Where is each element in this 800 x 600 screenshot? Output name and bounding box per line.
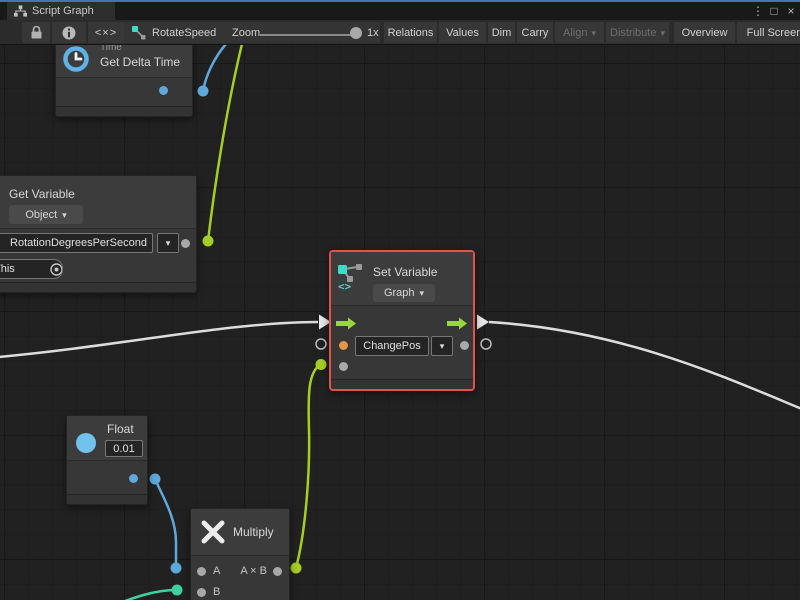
- zoom-slider-track[interactable]: [260, 34, 352, 36]
- overview-button[interactable]: Overview: [674, 22, 735, 43]
- window-menu-button[interactable]: ⋮: [751, 3, 765, 19]
- multiply-output-port[interactable]: [273, 567, 282, 576]
- multiply-input-a-port[interactable]: [197, 567, 206, 576]
- node-footer: [67, 494, 147, 504]
- align-dropdown-button[interactable]: Align: [555, 22, 604, 43]
- port-result-label: A × B: [240, 565, 267, 577]
- graph-breadcrumb-panel: RotateSpeed Zoom 1x: [124, 22, 380, 43]
- delta-time-output-port[interactable]: [159, 86, 168, 95]
- node-footer: [0, 282, 196, 292]
- dim-button[interactable]: Dim: [488, 22, 515, 43]
- variable-name-value: RotationDegreesPerSecond: [10, 237, 147, 249]
- code-view-button[interactable]: [88, 22, 124, 43]
- node-title: Get Delta Time: [100, 55, 180, 69]
- zoom-slider-thumb[interactable]: [350, 27, 362, 39]
- zoom-label: Zoom: [232, 27, 260, 39]
- tab-bar: Script Graph ⋮ □ ×: [0, 2, 800, 20]
- float-value: 0.01: [113, 443, 134, 455]
- code-icon: [95, 27, 117, 39]
- window-close-button[interactable]: ×: [784, 3, 798, 19]
- carry-button[interactable]: Carry: [517, 22, 553, 43]
- node-title: Get Variable: [9, 187, 75, 201]
- lock-icon: [31, 26, 42, 39]
- node-get-variable[interactable]: Get Variable Object RotationDegreesPerSe…: [0, 175, 197, 293]
- set-variable-output-port[interactable]: [460, 341, 469, 350]
- object-picker-icon[interactable]: [49, 262, 63, 277]
- button-label: Dim: [492, 27, 512, 39]
- button-label: Carry: [522, 27, 549, 39]
- float-icon: [75, 432, 97, 454]
- node-title: Float: [107, 422, 134, 436]
- target-value: This: [0, 263, 15, 275]
- svg-text:<>: <>: [338, 280, 352, 291]
- window-maximize-button[interactable]: □: [767, 3, 781, 19]
- node-footer: [331, 379, 473, 389]
- button-label: Full Screen: [747, 27, 800, 39]
- node-set-variable[interactable]: <> Set Variable Graph ChangePos: [329, 250, 475, 391]
- graph-icon: [14, 5, 27, 17]
- chevron-down-icon: [440, 340, 445, 352]
- zoom-value: 1x: [367, 27, 379, 39]
- info-button[interactable]: [52, 22, 86, 43]
- lock-button[interactable]: [22, 22, 50, 43]
- variable-name-dropdown-button[interactable]: [157, 233, 179, 253]
- clock-icon: [62, 45, 90, 73]
- value-input-port[interactable]: [339, 362, 348, 371]
- scope-label: Object: [25, 209, 57, 221]
- multiply-input-b-port[interactable]: [197, 588, 206, 597]
- tab-script-graph[interactable]: Script Graph: [7, 2, 115, 20]
- node-header: Get Variable Object: [0, 176, 196, 229]
- node-title: Multiply: [233, 525, 274, 539]
- script-graph-window: Time Get Delta Time Get Variable Object …: [0, 0, 800, 600]
- variable-name-input-port[interactable]: [339, 341, 348, 350]
- button-label: Overview: [682, 27, 728, 39]
- flow-input-port[interactable]: [336, 316, 357, 331]
- full-screen-button[interactable]: Full Screen: [737, 22, 800, 43]
- variable-name-dropdown-button[interactable]: [431, 336, 453, 356]
- node-header: <> Set Variable Graph: [331, 252, 473, 306]
- toolbar: RotateSpeed Zoom 1x Relations Values Dim…: [0, 20, 800, 45]
- flow-output-port[interactable]: [447, 316, 468, 331]
- relations-button[interactable]: Relations: [384, 22, 437, 43]
- multiply-icon: [200, 519, 226, 545]
- node-header: Multiply: [191, 509, 289, 556]
- scope-label: Graph: [384, 287, 415, 299]
- chevron-down-icon: [166, 237, 171, 249]
- node-header: Float 0.01: [67, 416, 147, 461]
- variable-scope-dropdown[interactable]: Object: [9, 205, 83, 224]
- breadcrumb-graph-name[interactable]: RotateSpeed: [152, 27, 216, 39]
- variable-name-value: ChangePos: [363, 340, 421, 352]
- button-label: Distribute: [610, 27, 656, 39]
- node-footer: [56, 106, 192, 116]
- graph-node-icon[interactable]: [132, 26, 146, 40]
- variable-name-field[interactable]: ChangePos: [355, 336, 429, 356]
- node-multiply[interactable]: Multiply A A × B B: [190, 508, 290, 600]
- button-label: Align: [563, 27, 587, 39]
- chevron-down-icon: [660, 27, 665, 39]
- port-a-label: A: [213, 565, 220, 577]
- float-value-input[interactable]: 0.01: [105, 440, 143, 457]
- chevron-down-icon: [591, 27, 596, 39]
- port-b-label: B: [213, 586, 220, 598]
- variable-name-field[interactable]: RotationDegreesPerSecond: [0, 233, 153, 253]
- values-button[interactable]: Values: [439, 22, 486, 43]
- graph-variable-icon: <>: [337, 263, 365, 291]
- info-icon: [62, 26, 76, 40]
- button-label: Values: [446, 27, 479, 39]
- tab-title: Script Graph: [32, 5, 94, 17]
- get-variable-output-port[interactable]: [181, 239, 190, 248]
- node-float[interactable]: Float 0.01: [66, 415, 148, 505]
- float-output-port[interactable]: [129, 474, 138, 483]
- distribute-dropdown-button[interactable]: Distribute: [606, 22, 669, 43]
- variable-scope-dropdown[interactable]: Graph: [373, 284, 435, 302]
- variable-target-field[interactable]: This: [0, 259, 63, 279]
- node-get-delta-time[interactable]: Time Get Delta Time: [55, 38, 193, 117]
- chevron-down-icon: [420, 287, 425, 299]
- node-title: Set Variable: [373, 265, 437, 279]
- button-label: Relations: [388, 27, 434, 39]
- chevron-down-icon: [62, 209, 67, 221]
